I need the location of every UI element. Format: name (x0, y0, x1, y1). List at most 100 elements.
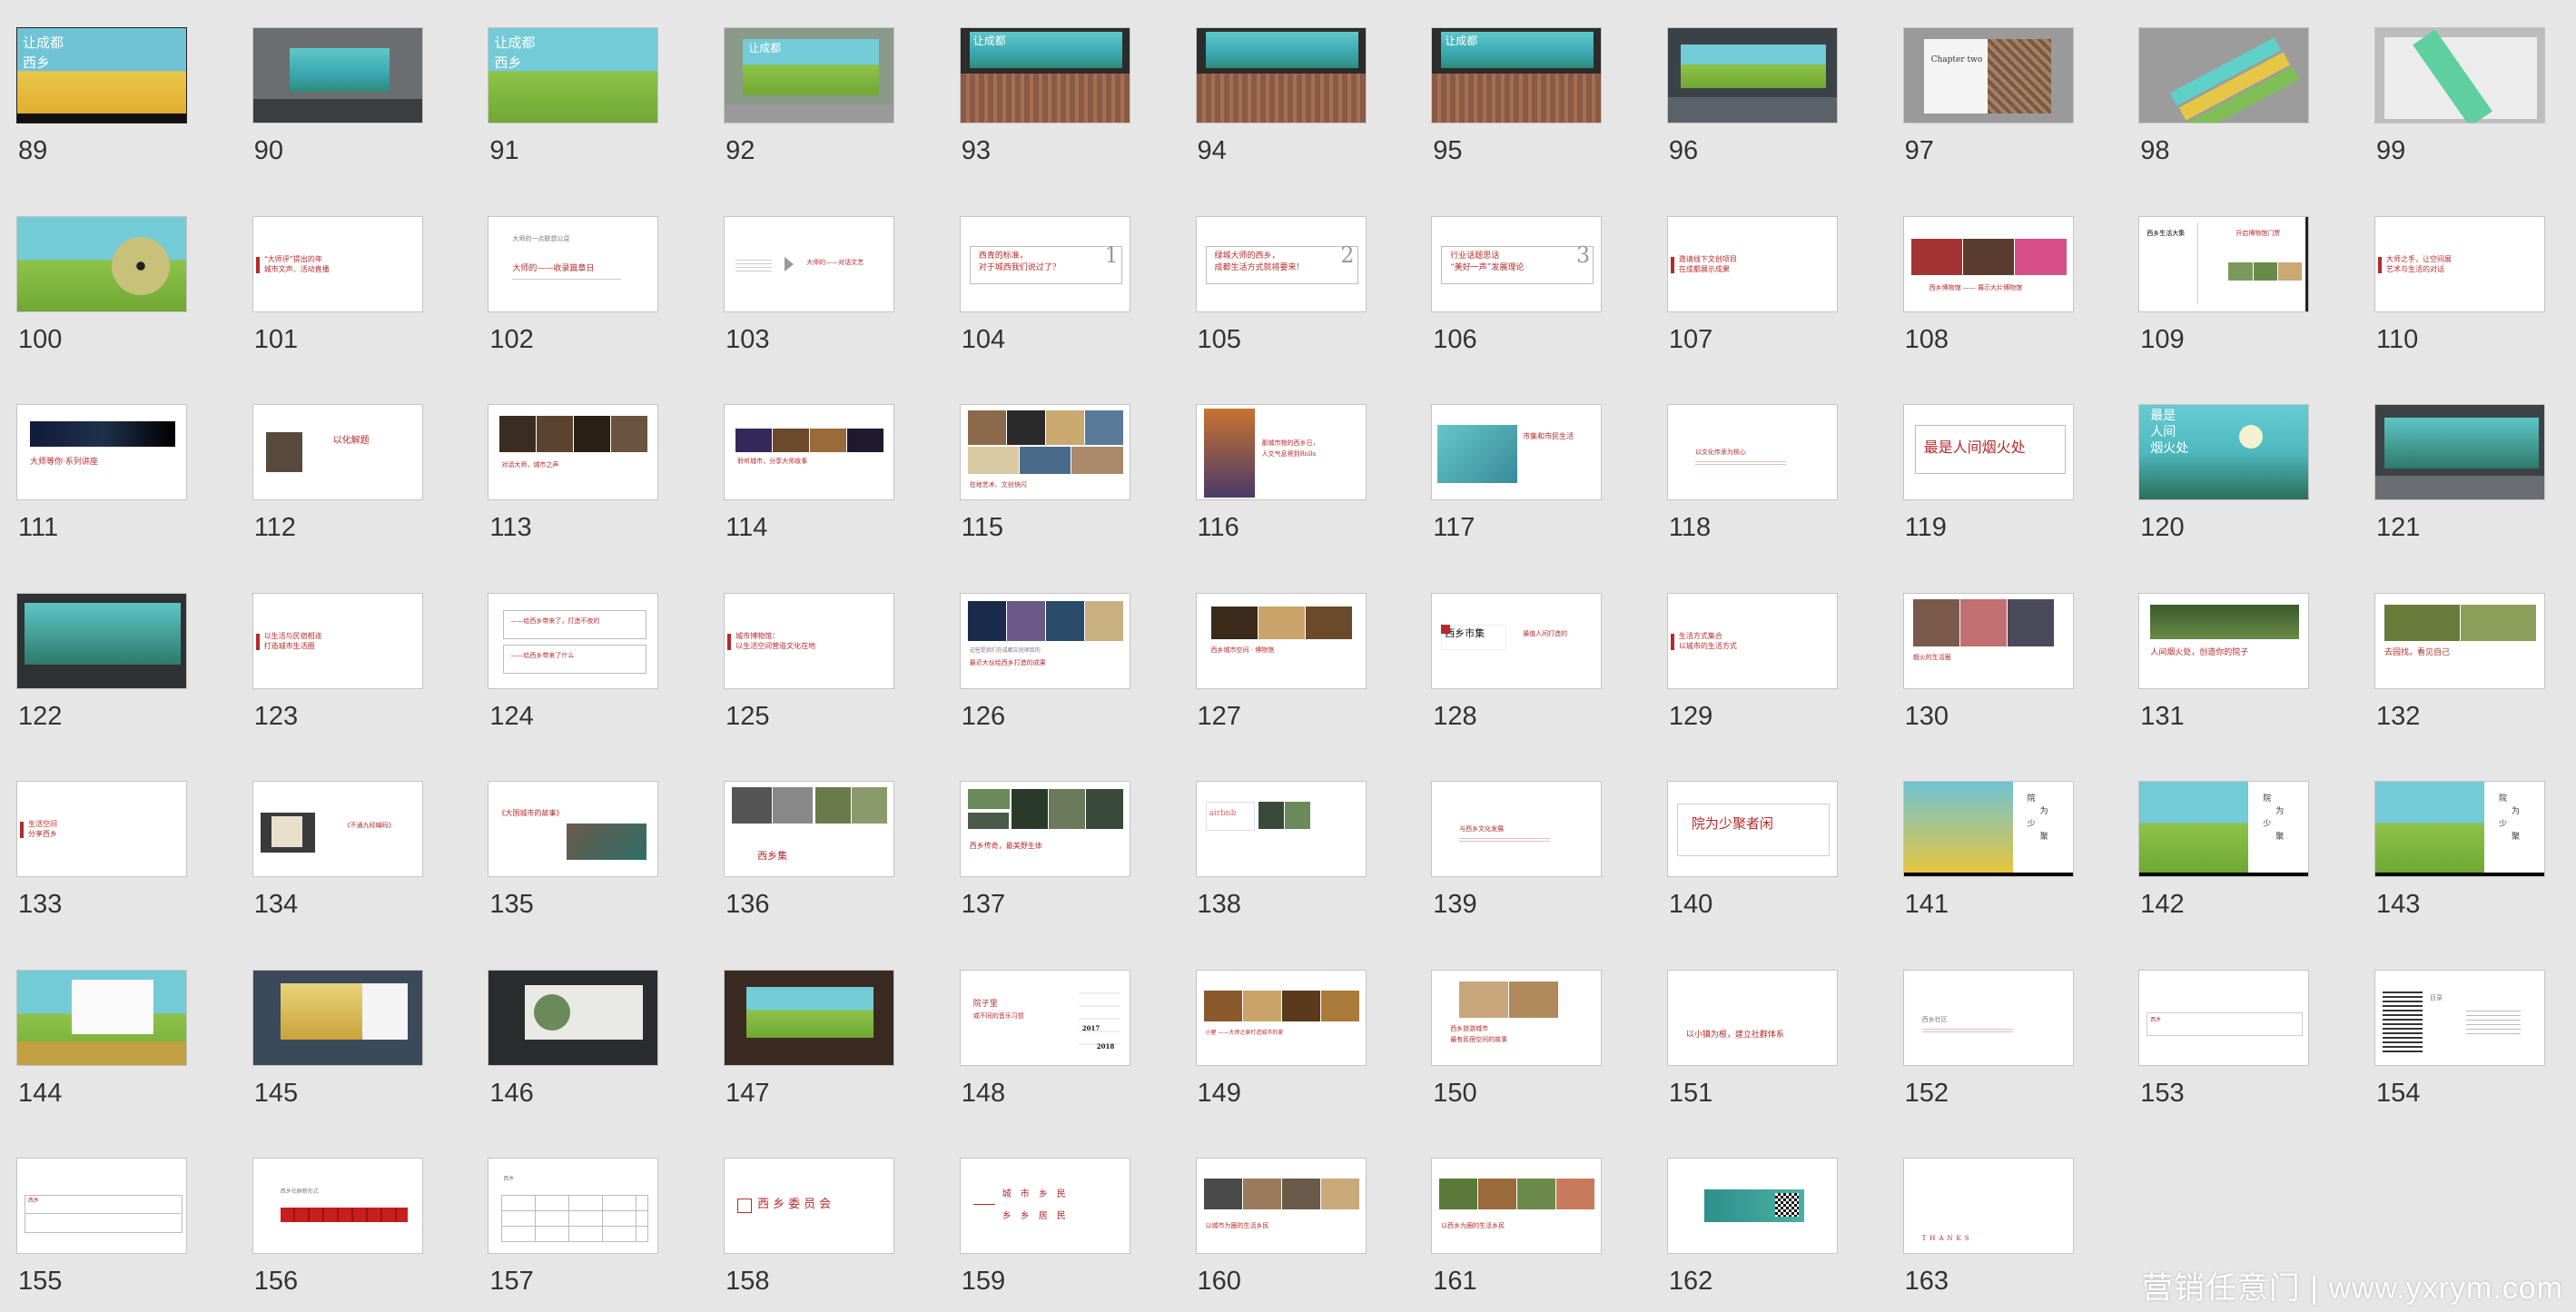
slide-text: 对于城西我们说过了? (978, 262, 1057, 272)
slide-thumbnail[interactable]: 对话大师，城市之声 (488, 404, 659, 500)
slide-thumbnail[interactable]: 以生活与民宿相连 打造城市生活圈 (252, 592, 423, 689)
slide-text: 或不同的音乐习惯 (972, 1011, 1024, 1020)
slide-thumbnail[interactable]: 西乡旅游城市 最有民宿空间的故事 (1431, 969, 1603, 1066)
slide-thumbnail[interactable] (1195, 27, 1367, 123)
slide-thumbnail[interactable]: 西乡社区 (1902, 969, 2074, 1066)
slide-thumbnail[interactable]: 院为少聚 (1902, 781, 2074, 877)
slide-thumbnail[interactable]: 西乡传奇，最美野生体 (959, 781, 1130, 877)
slide-thumbnail[interactable]: 让成都 西乡 (488, 27, 659, 123)
slide-text: ——给西乡带来了，打造不夜的 (510, 617, 600, 625)
slide-thumbnail[interactable]: 西乡市集 最值人间打造的 (1431, 592, 1603, 689)
slide-thumbnail[interactable]: 与西乡文化发展 (1431, 781, 1603, 877)
slide-thumbnail[interactable]: 院为少聚 (2138, 781, 2310, 877)
slide-thumbnail[interactable]: 大师的——对话文艺 (724, 215, 895, 312)
moon (2239, 425, 2264, 449)
slide-thumbnail[interactable]: 西乡社群新形式 (252, 1158, 423, 1254)
slide-thumbnail[interactable] (16, 592, 187, 689)
slide-thumbnail[interactable] (2374, 27, 2545, 123)
slide-thumbnail[interactable]: 绿城大师的西乡， 成都生活方式就将要来! 2 (1195, 215, 1367, 312)
slide-thumbnail[interactable]: ——给西乡带来了，打造不夜的 ——给西乡带来了什么 (488, 592, 659, 689)
slide-thumbnail[interactable] (252, 27, 423, 123)
slide-thumbnail[interactable]: 生活空间 分享西乡 (16, 781, 187, 877)
slide-thumbnail[interactable]: 西乡 (488, 1158, 659, 1254)
slide-thumbnail[interactable]: 城市博物馆： 以生活空间营造文化在地 (724, 592, 895, 689)
slide-thumbnail[interactable]: 去园找，看见自己 (2374, 592, 2545, 689)
slide-thumbnail[interactable] (2138, 27, 2310, 123)
slide-thumbnail[interactable]: 以城市为圈的生活乡民 (1195, 1158, 1367, 1254)
panel (361, 982, 408, 1040)
slide-thumbnail[interactable]: Chapter two (1902, 27, 2074, 123)
photo (967, 600, 1006, 641)
slide-thumbnail[interactable]: 聆听城市，分享大师故事 (724, 404, 895, 500)
slide-thumbnail[interactable] (2374, 404, 2545, 500)
slide-thumbnail[interactable]: 人间烟火处，创造你的院子 (2138, 592, 2310, 689)
slide-thumbnail[interactable]: 西乡集 (724, 781, 895, 877)
slide-thumbnail[interactable]: “大师评”提出的年 城市文声、活动直播 (252, 215, 423, 312)
slide-thumbnail[interactable]: 院为少聚 (2374, 781, 2545, 877)
slide-thumbnail[interactable]: 以西乡为圈的生活乡民 (1431, 1158, 1603, 1254)
slide-thumbnail[interactable] (1666, 27, 1838, 123)
slide-thumbnail[interactable]: 最是人间烟火处 (2138, 404, 2310, 500)
slide-thumbnail[interactable]: 大师之手，让空间展 艺术与生活的对话 (2374, 215, 2545, 312)
slide-text: 以西乡为圈的生活乡民 (1441, 1222, 1505, 1229)
slide-thumbnail[interactable]: airbnb (1195, 781, 1367, 877)
slide-thumbnail[interactable]: THANKS (1902, 1158, 2074, 1254)
slide-thumbnail[interactable]: 西乡城市空间 · 博物馆 (1195, 592, 1367, 689)
slide-thumbnail[interactable]: 那城市物的西乡日， 人文气息将到Rolls (1195, 404, 1367, 500)
slide-thumbnail[interactable]: 《大国城市的故事》 (488, 781, 659, 877)
slide-thumbnail[interactable]: 这些是我们在成都文创项目的 最近大伙给西乡打造的成果 (959, 592, 1130, 689)
slide-cell: ——给西乡带来了，打造不夜的 ——给西乡带来了什么 124 (488, 592, 687, 747)
photo (1203, 1179, 1242, 1209)
slide-thumbnail[interactable]: 小屋 ——大师之家打造城市的家 (1195, 969, 1367, 1066)
slide-cell: 西乡生活大集 开启博物馆门票 109 (2138, 215, 2338, 370)
slide-thumbnail[interactable]: 西乡 (2138, 969, 2310, 1066)
slide-number: 130 (1904, 701, 1949, 731)
slide-thumbnail[interactable]: 西青的标准， 对于城西我们说过了? 1 (959, 215, 1130, 312)
slide-text: 《不通九经编码》 (343, 822, 395, 829)
slide-thumbnail[interactable]: 行业话题思话 “美好一声”发展理论 3 (1431, 215, 1603, 312)
slide-thumbnail[interactable]: 《不通九经编码》 (252, 781, 423, 877)
slide-thumbnail[interactable]: 城 市 乡 民乡 乡 居 民 (959, 1158, 1130, 1254)
slide-thumbnail[interactable]: 西乡生活大集 开启博物馆门票 (2138, 215, 2310, 312)
slide-thumbnail[interactable]: 邀请线下文创项目 在成都展示成果 (1666, 215, 1838, 312)
slide-thumbnail[interactable]: 西乡 (16, 1158, 187, 1254)
slide-thumbnail[interactable]: 西乡委员会 (724, 1158, 895, 1254)
slide-number: 97 (1904, 136, 1934, 165)
slide-cell: 生活方式集合 以城市的生活方式 129 (1666, 592, 1867, 747)
slide-thumbnail[interactable] (488, 969, 659, 1066)
slide-thumbnail[interactable] (1666, 1158, 1838, 1254)
slide-text: THANKS (1921, 1235, 1973, 1242)
slide-thumbnail[interactable]: 以文化传承为核心 (1666, 404, 1838, 500)
slide-thumbnail[interactable]: 以小镇为根，建立社群体系 (1666, 969, 1838, 1066)
slide-thumbnail[interactable] (16, 969, 187, 1066)
slide-thumbnail[interactable]: 院子里 或不同的音乐习惯 2017 2018 (959, 969, 1130, 1066)
slide-text: 去园找，看见自己 (2384, 647, 2451, 657)
slide-thumbnail[interactable] (252, 969, 423, 1066)
slide-thumbnail[interactable]: 让成都 (959, 27, 1130, 123)
slide-thumbnail[interactable]: 生活方式集合 以城市的生活方式 (1666, 592, 1838, 689)
slide-thumbnail[interactable]: 市集和市民生活 (1431, 404, 1603, 500)
slide-thumbnail[interactable]: 西乡博物馆 —— 展示大片博物馆 (1902, 215, 2074, 312)
slide-thumbnail[interactable] (724, 969, 895, 1066)
slide-thumbnail[interactable]: 让成都 西乡 (16, 27, 187, 123)
slide-thumbnail[interactable]: 目录 (2374, 969, 2545, 1066)
line (512, 278, 622, 280)
slide-thumbnail[interactable]: 大师等你·系列讲座 (16, 404, 187, 500)
slide-thumbnail[interactable]: 让成都 (724, 27, 895, 123)
photo (2007, 598, 2054, 646)
slide-text: 2017 (1081, 1023, 1100, 1032)
slide-thumbnail[interactable]: 让成都 (1431, 27, 1603, 123)
slide-thumbnail[interactable]: 烟火的生活圈 (1902, 592, 2074, 689)
slide-text: 聚 (2512, 833, 2521, 842)
slide-number: 153 (2140, 1078, 2185, 1108)
slide-thumbnail[interactable] (16, 215, 187, 312)
slide-thumbnail[interactable]: 在地艺术、文创快闪 (959, 404, 1130, 500)
slide-thumbnail[interactable]: 院为少聚者闲 (1666, 781, 1838, 877)
slide-thumbnail[interactable]: 最是人间烟火处 (1902, 404, 2074, 500)
photo (1258, 802, 1284, 829)
ground (17, 1041, 186, 1065)
slide-number: 128 (1433, 701, 1477, 731)
slide-thumbnail[interactable]: 以化解题 (252, 404, 423, 500)
photo (574, 416, 611, 452)
slide-thumbnail[interactable]: 大师的一点联想公益 大师的——收录篇章日 (488, 215, 659, 312)
